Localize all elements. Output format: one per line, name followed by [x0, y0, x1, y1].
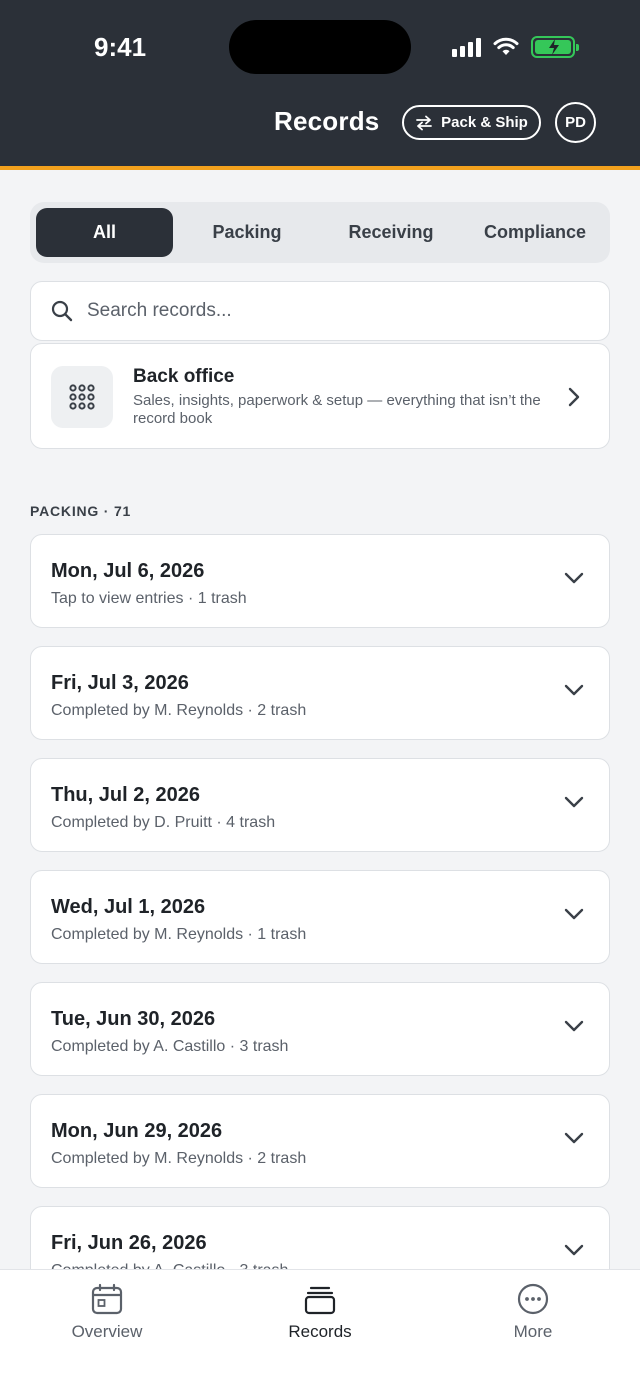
pack-ship-button[interactable]: Pack & Ship: [402, 105, 541, 140]
chevron-down-icon: [564, 796, 584, 808]
swap-arrows-icon: [416, 115, 433, 130]
records-stack-icon: [304, 1286, 336, 1315]
back-office-description: Sales, insights, paperwork & setup — eve…: [133, 392, 541, 427]
tab-compliance[interactable]: Compliance: [463, 208, 607, 257]
pack-ship-label: Pack & Ship: [441, 114, 528, 131]
status-icons: [452, 34, 579, 60]
record-date: Mon, Jun 29, 2026: [51, 1120, 223, 1142]
battery-charging-icon: [531, 36, 579, 58]
record-subtitle: Completed by M. Reynolds · 2 trash: [51, 1150, 307, 1167]
nav-overview-label: Overview: [71, 1322, 143, 1341]
nav-overview[interactable]: Overview: [27, 1282, 187, 1342]
search-icon: [51, 300, 73, 322]
record-subtitle: Tap to view entries · 1 trash: [51, 590, 247, 607]
app-header: 9:41 Records Pack & Ship PD: [0, 0, 640, 170]
record-date: Thu, Jul 2, 2026: [51, 784, 200, 806]
chevron-down-icon: [564, 1132, 584, 1144]
search-placeholder: Search records...: [87, 300, 232, 321]
more-circle-icon: [517, 1283, 549, 1315]
status-time: 9:41: [94, 32, 147, 62]
back-office-card[interactable]: Back office Sales, insights, paperwork &…: [30, 343, 610, 449]
tab-receiving[interactable]: Receiving: [319, 208, 463, 257]
chevron-down-icon: [564, 908, 584, 920]
avatar[interactable]: PD: [555, 102, 596, 143]
dynamic-island: [229, 20, 411, 74]
calendar-icon: [91, 1283, 123, 1315]
nav-records-label: Records: [288, 1322, 352, 1341]
section-header-packing: PACKING · 71: [30, 503, 132, 519]
record-subtitle: Completed by D. Pruitt · 4 trash: [51, 814, 276, 831]
wifi-icon: [493, 37, 519, 55]
chevron-down-icon: [564, 684, 584, 696]
page-title: Records: [274, 106, 380, 136]
record-subtitle: Completed by M. Reynolds · 2 trash: [51, 702, 307, 719]
bottom-tab-bar: Overview Records More: [0, 1269, 640, 1390]
cellular-signal-icon: [452, 37, 481, 57]
search-input[interactable]: Search records...: [30, 281, 610, 341]
filter-tabs: All Packing Receiving Compliance: [30, 202, 610, 263]
record-card[interactable]: Wed, Jul 1, 2026 Completed by M. Reynold…: [30, 870, 610, 964]
record-card[interactable]: Tue, Jun 30, 2026 Completed by A. Castil…: [30, 982, 610, 1076]
record-date: Wed, Jul 1, 2026: [51, 896, 206, 918]
record-card[interactable]: Mon, Jul 6, 2026 Tap to view entries · 1…: [30, 534, 610, 628]
record-card[interactable]: Mon, Jun 29, 2026 Completed by M. Reynol…: [30, 1094, 610, 1188]
nav-more-label: More: [513, 1322, 553, 1341]
record-card[interactable]: Fri, Jul 3, 2026 Completed by M. Reynold…: [30, 646, 610, 740]
tab-packing[interactable]: Packing: [175, 208, 319, 257]
nav-more[interactable]: More: [453, 1282, 613, 1342]
record-subtitle: Completed by M. Reynolds · 1 trash: [51, 926, 307, 943]
chevron-right-icon: [568, 387, 580, 407]
back-office-title: Back office: [133, 366, 235, 387]
chevron-down-icon: [564, 1244, 584, 1256]
record-date: Mon, Jul 6, 2026: [51, 560, 205, 582]
records-list: Mon, Jul 6, 2026 Tap to view entries · 1…: [30, 534, 610, 1318]
record-date: Fri, Jul 3, 2026: [51, 672, 189, 694]
nav-records[interactable]: Records: [240, 1282, 400, 1342]
record-subtitle: Completed by A. Castillo · 3 trash: [51, 1038, 289, 1055]
record-date: Tue, Jun 30, 2026: [51, 1008, 216, 1030]
tab-all[interactable]: All: [36, 208, 173, 257]
grid-dots-icon: [51, 366, 113, 428]
chevron-down-icon: [564, 572, 584, 584]
chevron-down-icon: [564, 1020, 584, 1032]
record-date: Fri, Jun 26, 2026: [51, 1232, 207, 1254]
record-card[interactable]: Thu, Jul 2, 2026 Completed by D. Pruitt …: [30, 758, 610, 852]
